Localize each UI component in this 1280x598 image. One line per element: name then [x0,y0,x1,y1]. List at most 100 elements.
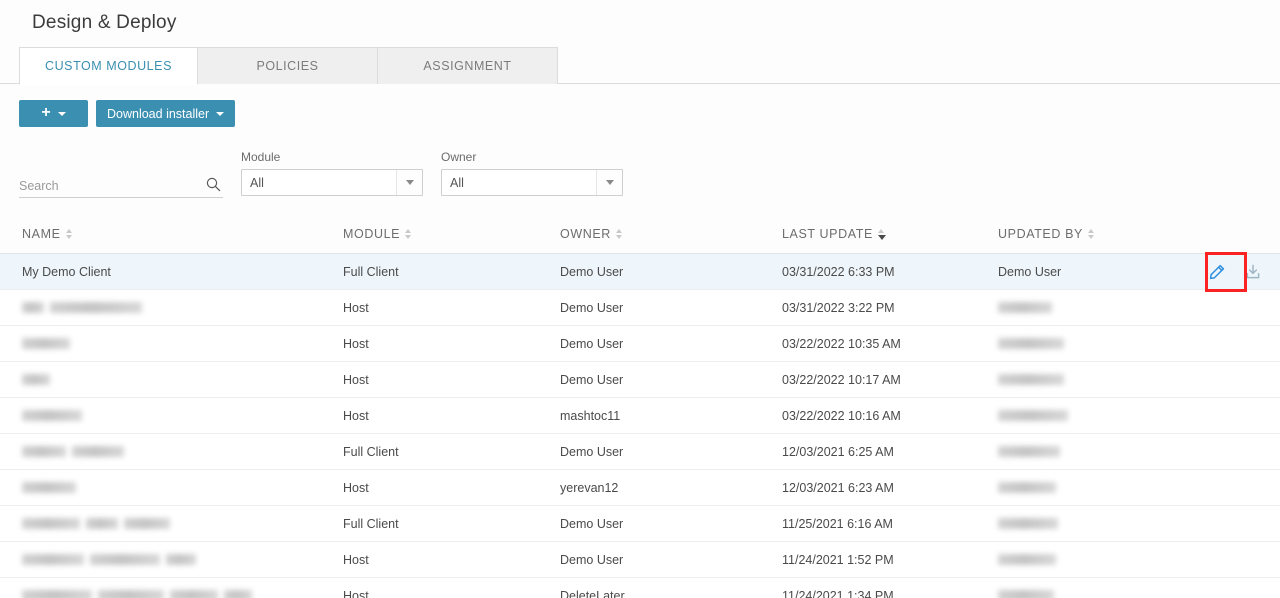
owner-filter-label: Owner [441,150,477,164]
cell-name [22,481,76,495]
cell-last-update: 03/22/2022 10:16 AM [782,409,901,423]
cell-updated-by [998,409,1068,423]
cell-name: My Demo Client [22,265,111,279]
cell-last-update: 03/22/2022 10:35 AM [782,337,901,351]
owner-filter-value: All [450,175,464,190]
redacted-text [86,518,118,529]
cell-owner: Demo User [560,373,624,387]
tab-custom-modules[interactable]: CUSTOM MODULES [19,47,198,85]
redacted-text [98,590,164,598]
tab-label: ASSIGNMENT [423,59,512,73]
download-installer-button[interactable]: Download installer [96,100,236,127]
redacted-text [22,446,66,457]
filter-bar: Module All Owner All [0,150,1280,200]
tab-label: POLICIES [256,59,319,73]
redacted-text [22,338,70,349]
cell-module: Host [343,301,369,315]
redacted-text [998,374,1064,385]
column-header-owner[interactable]: OWNER [560,227,622,241]
table-row[interactable]: My Demo Client Full Client Demo User 03/31/… [0,254,1280,290]
redacted-text [22,302,44,313]
column-header-module[interactable]: MODULE [343,227,412,241]
table-row[interactable]: Host mashtoc11 03/22/2022 10:16 AM [0,398,1280,434]
cell-last-update: 11/24/2021 1:34 PM [782,589,894,598]
cell-owner: Demo User [560,301,624,315]
modules-table: NAME MODULE OWNER LAST UPDATE UPDATED BY My … [0,218,1280,598]
column-header-label: UPDATED BY [998,227,1083,241]
column-header-label: LAST UPDATE [782,227,873,241]
cell-module: Host [343,409,369,423]
redacted-text [22,518,80,529]
search-field[interactable] [19,174,223,198]
cell-module: Host [343,337,369,351]
table-row[interactable]: Host DeleteLater 11/24/2021 1:34 PM [0,578,1280,598]
table-row[interactable]: Full Client Demo User 12/03/2021 6:25 AM [0,434,1280,470]
table-row[interactable]: Full Client Demo User 11/25/2021 6:16 AM [0,506,1280,542]
table-row[interactable]: Host Demo User 03/22/2022 10:35 AM [0,326,1280,362]
cell-updated-by [998,301,1052,315]
redacted-text [90,554,160,565]
tab-policies[interactable]: POLICIES [197,47,378,84]
column-header-label: NAME [22,227,61,241]
search-input[interactable] [19,174,194,197]
cell-updated-by [998,373,1064,387]
table-row[interactable]: Host yerevan12 12/03/2021 6:23 AM [0,470,1280,506]
download-icon[interactable] [1240,259,1266,285]
redacted-text [50,302,142,313]
redacted-text [224,590,252,598]
sort-toggle-icon[interactable] [615,229,622,239]
cell-owner: DeleteLater [560,589,625,598]
cell-last-update: 11/24/2021 1:52 PM [782,553,894,567]
table-row[interactable]: Host Demo User 03/31/2022 3:22 PM [0,290,1280,326]
chevron-down-icon [57,111,66,116]
redacted-text [22,554,84,565]
edit-pencil-icon[interactable] [1204,259,1230,285]
sort-toggle-icon[interactable] [405,229,412,239]
cell-module: Full Client [343,445,399,459]
redacted-text [22,590,92,598]
table-body: My Demo Client Full Client Demo User 03/31/… [0,254,1280,598]
column-header-last-update[interactable]: LAST UPDATE [782,227,886,241]
chevron-down-icon[interactable] [396,170,422,195]
tab-label: CUSTOM MODULES [45,59,172,73]
owner-filter-select[interactable]: All [441,169,623,196]
redacted-text [998,410,1068,421]
redacted-text [72,446,124,457]
add-button[interactable]: + [19,100,88,127]
cell-name [22,337,70,351]
sort-toggle-icon[interactable] [1087,229,1094,239]
cell-updated-by [998,553,1056,567]
row-actions [1204,254,1266,290]
table-row[interactable]: Host Demo User 11/24/2021 1:52 PM [0,542,1280,578]
sort-descending-icon[interactable] [877,228,886,240]
cell-updated-by [998,517,1058,531]
module-filter-value: All [250,175,264,190]
download-installer-label: Download installer [107,106,210,121]
column-header-updated-by[interactable]: UPDATED BY [998,227,1094,241]
cell-name [22,409,82,423]
sort-toggle-icon[interactable] [65,229,72,239]
cell-updated-by [998,589,1054,598]
column-header-name[interactable]: NAME [22,227,72,241]
cell-owner: Demo User [560,445,624,459]
chevron-down-icon[interactable] [596,170,622,195]
cell-owner: yerevan12 [560,481,619,495]
owner-filter: Owner All [441,150,623,196]
cell-last-update: 03/31/2022 3:22 PM [782,301,895,315]
cell-owner: Demo User [560,517,624,531]
cell-module: Full Client [343,517,399,531]
cell-module: Host [343,553,369,567]
cell-module: Full Client [343,265,399,279]
cell-last-update: 03/22/2022 10:17 AM [782,373,901,387]
cell-last-update: 12/03/2021 6:25 AM [782,445,894,459]
cell-owner: Demo User [560,265,624,279]
cell-name [22,553,196,567]
table-row[interactable]: Host Demo User 03/22/2022 10:17 AM [0,362,1280,398]
tab-assignment[interactable]: ASSIGNMENT [377,47,558,84]
redacted-text [998,446,1060,457]
column-header-label: MODULE [343,227,401,241]
module-filter-select[interactable]: All [241,169,423,196]
search-icon[interactable] [206,177,221,197]
redacted-text [124,518,170,529]
redacted-text [22,410,82,421]
